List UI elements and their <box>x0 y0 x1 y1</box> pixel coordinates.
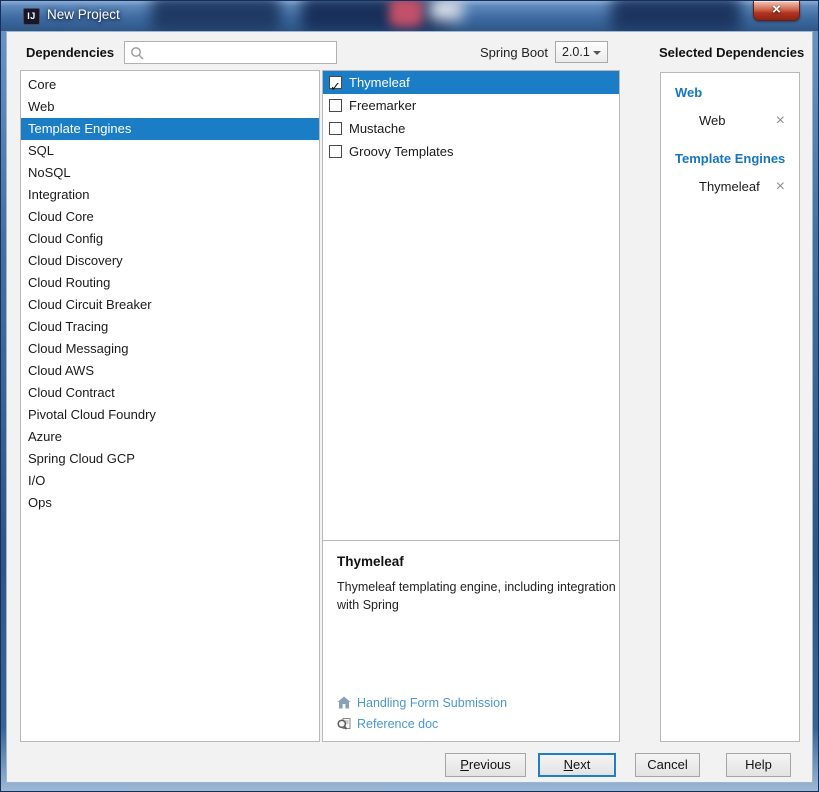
dependency-panel: Thymeleaf Freemarker Mustache Groovy Tem… <box>322 70 620 742</box>
category-item-core[interactable]: Core <box>21 74 319 96</box>
category-item-io[interactable]: I/O <box>21 470 319 492</box>
intellij-logo-icon: IJ <box>23 8 40 25</box>
search-input[interactable] <box>147 43 333 62</box>
new-project-dialog: IJ New Project × Dependencies Spring Boo… <box>0 0 819 792</box>
dependencies-label: Dependencies <box>26 45 115 60</box>
description-title: Thymeleaf <box>337 554 404 569</box>
dependency-list: Thymeleaf Freemarker Mustache Groovy Tem… <box>323 71 619 541</box>
dependency-row-mustache[interactable]: Mustache <box>323 117 619 140</box>
category-item-cloud-messaging[interactable]: Cloud Messaging <box>21 338 319 360</box>
selected-dependencies-panel: Web Web × Template Engines Thymeleaf × <box>660 72 800 742</box>
link-label: Reference doc <box>357 716 439 731</box>
search-icon <box>131 47 144 60</box>
checkbox-unchecked[interactable] <box>329 99 342 112</box>
dependency-label: Groovy Templates <box>349 144 454 159</box>
category-item-web[interactable]: Web <box>21 96 319 118</box>
home-icon <box>337 696 351 709</box>
category-item-cloud-tracing[interactable]: Cloud Tracing <box>21 316 319 338</box>
cancel-button[interactable]: Cancel <box>635 753 700 777</box>
checkbox-unchecked[interactable] <box>329 122 342 135</box>
selected-group-header-template-engines: Template Engines <box>675 151 786 166</box>
description-text: Thymeleaf templating engine, including i… <box>337 580 616 613</box>
glass-reflection <box>611 1 741 31</box>
button-label: Next <box>563 757 591 772</box>
spring-boot-label: Spring Boot <box>480 45 548 60</box>
dependency-row-freemarker[interactable]: Freemarker <box>323 94 619 117</box>
search-box <box>124 41 337 64</box>
selected-item-thymeleaf: Thymeleaf × <box>699 178 787 194</box>
category-item-sql[interactable]: SQL <box>21 140 319 162</box>
dependency-label: Thymeleaf <box>349 75 410 90</box>
reference-links: Handling Form Submission Reference doc <box>337 692 507 734</box>
spring-boot-version-select[interactable]: 2.0.1 <box>555 41 608 63</box>
checkbox-unchecked[interactable] <box>329 145 342 158</box>
category-item-cloud-aws[interactable]: Cloud AWS <box>21 360 319 382</box>
next-button[interactable]: Next <box>538 753 616 777</box>
spring-boot-version-value: 2.0.1 <box>562 45 590 59</box>
category-item-cloud-discovery[interactable]: Cloud Discovery <box>21 250 319 272</box>
dependency-row-groovy-templates[interactable]: Groovy Templates <box>323 140 619 163</box>
category-item-integration[interactable]: Integration <box>21 184 319 206</box>
selected-item-label: Thymeleaf <box>699 179 760 194</box>
category-item-spring-cloud-gcp[interactable]: Spring Cloud GCP <box>21 448 319 470</box>
window-title: New Project <box>47 7 120 22</box>
dependency-label: Freemarker <box>349 98 417 113</box>
link-handling-form-submission[interactable]: Handling Form Submission <box>337 692 507 713</box>
category-list: Core Web Template Engines SQL NoSQL Inte… <box>20 70 320 742</box>
category-item-ops[interactable]: Ops <box>21 492 319 514</box>
close-button[interactable]: × <box>753 1 800 21</box>
dependency-label: Mustache <box>349 121 406 136</box>
category-item-cloud-routing[interactable]: Cloud Routing <box>21 272 319 294</box>
dialog-content: Dependencies Spring Boot 2.0.1 Selected … <box>6 31 813 783</box>
glass-reflection <box>389 1 423 27</box>
chevron-down-icon <box>593 51 601 55</box>
button-label: Cancel <box>647 757 688 772</box>
previous-button[interactable]: Previous <box>445 753 526 777</box>
category-item-azure[interactable]: Azure <box>21 426 319 448</box>
dependency-row-thymeleaf[interactable]: Thymeleaf <box>323 71 619 98</box>
category-item-template-engines[interactable]: Template Engines <box>21 118 319 140</box>
glass-reflection <box>429 1 463 21</box>
selected-item-label: Web <box>699 113 726 128</box>
selected-dependencies-label: Selected Dependencies <box>659 45 805 60</box>
checkbox-checked[interactable] <box>329 75 342 98</box>
link-label: Handling Form Submission <box>357 695 508 710</box>
remove-icon[interactable]: × <box>776 112 787 128</box>
category-item-cloud-contract[interactable]: Cloud Contract <box>21 382 319 404</box>
reference-doc-icon <box>337 717 351 730</box>
category-item-cloud-config[interactable]: Cloud Config <box>21 228 319 250</box>
link-reference-doc[interactable]: Reference doc <box>337 713 507 734</box>
button-label: Help <box>745 757 772 772</box>
category-item-cloud-circuit-breaker[interactable]: Cloud Circuit Breaker <box>21 294 319 316</box>
category-item-nosql[interactable]: NoSQL <box>21 162 319 184</box>
button-label: Previous <box>460 757 511 772</box>
category-item-pivotal-cloud-foundry[interactable]: Pivotal Cloud Foundry <box>21 404 319 426</box>
selected-item-web: Web × <box>699 112 787 128</box>
remove-icon[interactable]: × <box>776 178 787 194</box>
titlebar[interactable]: IJ New Project × <box>1 1 818 31</box>
selected-group-header-web: Web <box>675 85 703 100</box>
help-button[interactable]: Help <box>726 753 791 777</box>
category-item-cloud-core[interactable]: Cloud Core <box>21 206 319 228</box>
glass-reflection <box>151 1 281 31</box>
